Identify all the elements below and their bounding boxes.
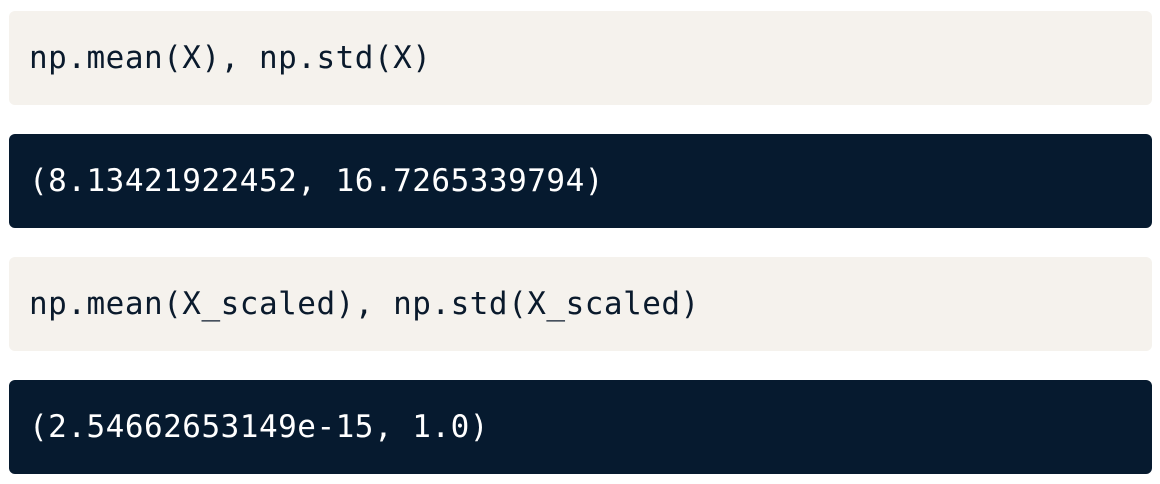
- output-cell-mean-std-x-scaled: (2.54662653149e-15, 1.0): [9, 380, 1152, 474]
- output-text: (8.13421922452, 16.7265339794): [29, 163, 604, 199]
- output-cell-mean-std-x: (8.13421922452, 16.7265339794): [9, 134, 1152, 228]
- code-cell-mean-std-x-scaled[interactable]: np.mean(X_scaled), np.std(X_scaled): [9, 257, 1152, 351]
- code-text: np.mean(X_scaled), np.std(X_scaled): [29, 286, 700, 322]
- output-text: (2.54662653149e-15, 1.0): [29, 409, 489, 445]
- code-text: np.mean(X), np.std(X): [29, 40, 432, 76]
- code-cell-mean-std-x[interactable]: np.mean(X), np.std(X): [9, 11, 1152, 105]
